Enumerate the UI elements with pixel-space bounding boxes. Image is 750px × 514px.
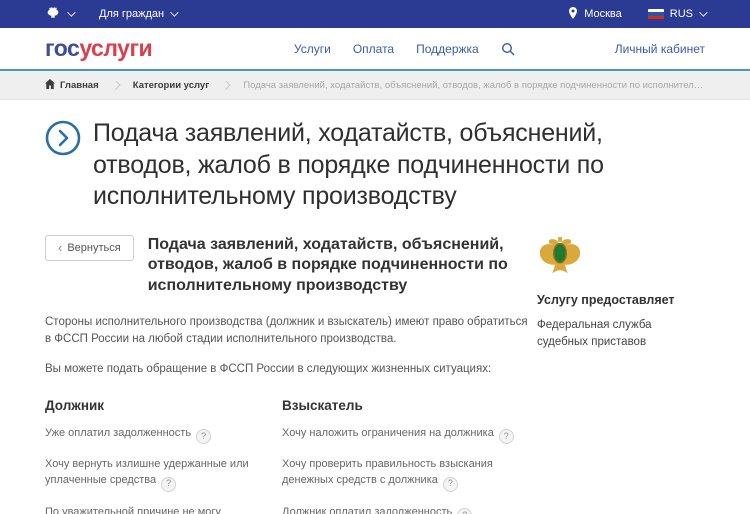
russia-flag-icon bbox=[647, 9, 664, 19]
help-icon[interactable]: ? bbox=[196, 428, 212, 444]
logo-text-red: услуги bbox=[79, 35, 153, 61]
intro-paragraph: Стороны исполнительного производства (до… bbox=[45, 315, 528, 346]
search-icon[interactable] bbox=[501, 42, 515, 56]
breadcrumb: Главная Категории услуг Подача заявлений… bbox=[0, 71, 750, 100]
topbar: Для граждан Москва RUS bbox=[0, 0, 750, 28]
list-item-label: Должник оплатил задолженность bbox=[282, 505, 453, 514]
breadcrumb-home[interactable]: Главная bbox=[45, 78, 99, 92]
city-label: Москва bbox=[584, 8, 622, 20]
service-body: ‹ Вернуться Подача заявлений, ходатайств… bbox=[45, 234, 705, 514]
gosuslugi-portal-page: Для граждан Москва RUS госуслуги Услуги bbox=[0, 0, 750, 514]
back-button[interactable]: ‹ Вернуться bbox=[45, 234, 134, 261]
list-item-label: Хочу вернуть излишне удержанные или упла… bbox=[45, 457, 249, 487]
subtitle-row: ‹ Вернуться Подача заявлений, ходатайств… bbox=[45, 234, 535, 297]
list-item-label: По уважительной причине не могу исполнит… bbox=[45, 505, 221, 514]
provider-label: Услугу предоставляет bbox=[537, 292, 675, 307]
breadcrumb-separator-icon bbox=[111, 80, 121, 90]
state-emblem-icon bbox=[45, 5, 61, 24]
breadcrumb-home-label: Главная bbox=[60, 79, 99, 91]
list-item[interactable]: Хочу проверить правильность взыскания де… bbox=[282, 456, 535, 492]
list-item-label: Хочу наложить ограничения на должника bbox=[282, 426, 494, 439]
provider-name: Федеральная служба судебных приставов bbox=[537, 318, 652, 348]
debtor-column: Должник Уже оплатил задолженность? Хочу … bbox=[45, 398, 270, 514]
home-icon bbox=[45, 78, 55, 92]
column-header-creditor: Взыскатель bbox=[282, 397, 363, 413]
nav-services[interactable]: Услуги bbox=[294, 42, 331, 56]
logo-text-blue: гос bbox=[45, 35, 80, 61]
chevron-down-icon bbox=[67, 8, 76, 17]
situations-columns: Должник Уже оплатил задолженность? Хочу … bbox=[45, 398, 535, 514]
service-main-column: ‹ Вернуться Подача заявлений, ходатайств… bbox=[45, 234, 535, 514]
state-emblem-menu[interactable] bbox=[45, 5, 76, 24]
audience-label: Для граждан bbox=[99, 8, 165, 20]
site-header: госуслуги Услуги Оплата Поддержка Личный… bbox=[0, 28, 750, 71]
list-item[interactable]: Уже оплатил задолженность? bbox=[45, 425, 270, 444]
nav-payment[interactable]: Оплата bbox=[353, 42, 394, 56]
list-item[interactable]: По уважительной причине не могу исполнит… bbox=[45, 504, 270, 514]
breadcrumb-current: Подача заявлений, ходатайств, объяснений… bbox=[243, 79, 705, 91]
breadcrumb-separator-icon bbox=[221, 80, 231, 90]
page-title: Подача заявлений, ходатайств, объяснений… bbox=[93, 119, 604, 210]
location-pin-icon bbox=[568, 6, 578, 22]
main-content: Подача заявлений, ходатайств, объяснений… bbox=[0, 100, 750, 514]
list-item-label: Хочу проверить правильность взыскания де… bbox=[282, 457, 493, 487]
help-icon[interactable]: ? bbox=[498, 428, 514, 444]
list-item[interactable]: Хочу наложить ограничения на должника? bbox=[282, 425, 535, 444]
provider-sidebar: Услугу предоставляет Федеральная служба … bbox=[537, 235, 705, 514]
location-selector[interactable]: Москва bbox=[568, 6, 622, 22]
help-icon[interactable]: ? bbox=[457, 507, 473, 514]
personal-account-link[interactable]: Личный кабинет bbox=[615, 42, 705, 56]
gosuslugi-logo[interactable]: госуслуги bbox=[45, 35, 153, 62]
list-item[interactable]: Хочу вернуть излишне удержанные или упла… bbox=[45, 456, 270, 492]
situations-lead: Вы можете подать обращение в ФССП России… bbox=[45, 363, 492, 376]
topbar-right: Москва RUS bbox=[568, 6, 708, 22]
language-label: RUS bbox=[669, 8, 693, 20]
column-header-debtor: Должник bbox=[45, 397, 105, 413]
title-section: Подача заявлений, ходатайств, объяснений… bbox=[45, 118, 705, 213]
creditor-column: Взыскатель Хочу наложить ограничения на … bbox=[282, 398, 535, 514]
nav-support[interactable]: Поддержка bbox=[416, 42, 479, 56]
breadcrumb-categories[interactable]: Категории услуг bbox=[133, 80, 209, 91]
service-arrow-circle-icon bbox=[45, 120, 81, 156]
audience-selector[interactable]: Для граждан bbox=[99, 8, 179, 20]
list-item-label: Уже оплатил задолженность bbox=[45, 426, 192, 439]
service-subtitle: Подача заявлений, ходатайств, объяснений… bbox=[147, 235, 508, 295]
back-button-label: Вернуться bbox=[67, 241, 121, 254]
fssp-emblem-icon bbox=[537, 235, 583, 279]
help-icon[interactable]: ? bbox=[161, 476, 177, 492]
language-selector[interactable]: RUS bbox=[647, 8, 708, 20]
chevron-down-icon bbox=[699, 8, 708, 17]
main-nav: Услуги Оплата Поддержка Личный кабинет bbox=[294, 42, 705, 56]
topbar-left: Для граждан bbox=[45, 5, 179, 24]
help-icon[interactable]: ? bbox=[442, 476, 458, 492]
chevron-left-icon: ‹ bbox=[58, 240, 63, 255]
chevron-down-icon bbox=[170, 8, 179, 17]
list-item[interactable]: Должник оплатил задолженность? bbox=[282, 504, 535, 514]
